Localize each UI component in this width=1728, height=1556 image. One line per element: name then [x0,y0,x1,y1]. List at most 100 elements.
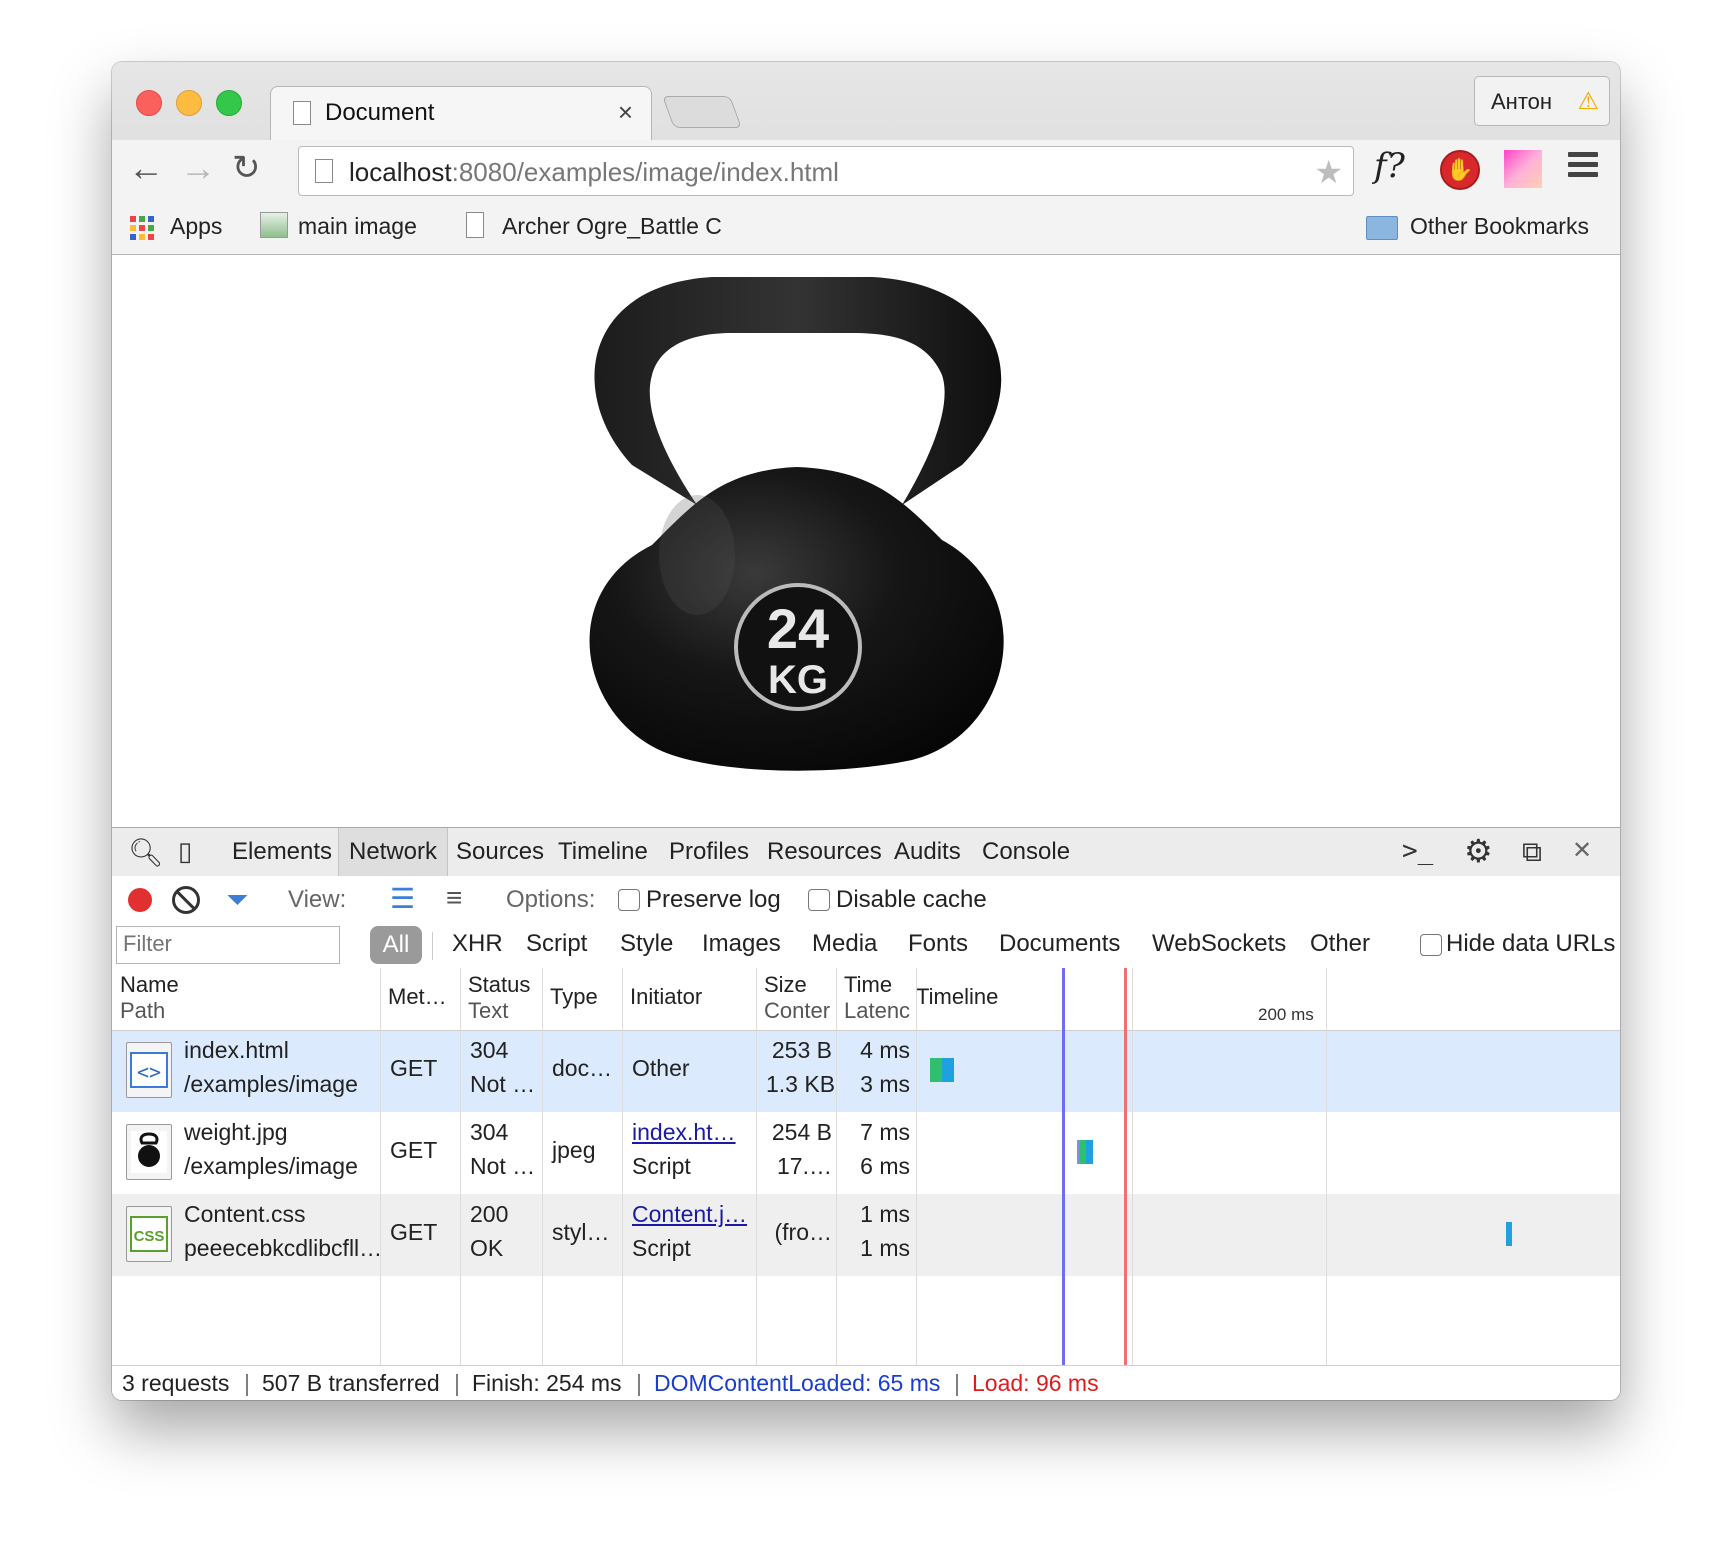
type-xhr[interactable]: XHR [452,930,503,958]
col-time[interactable]: Time Latenc [844,972,914,1024]
tab-timeline[interactable]: Timeline [558,838,648,866]
tab-network[interactable]: Network [338,828,449,876]
device-mode-icon[interactable]: ▯ [178,836,192,867]
console-drawer-icon[interactable]: >_ [1402,836,1433,866]
settings-gear-icon[interactable]: ⚙ [1464,832,1493,870]
image-bookmark-icon [260,212,288,238]
type-script[interactable]: Script [526,930,587,958]
bookmark-main-image[interactable]: main image [298,213,417,240]
col-divider[interactable] [836,968,837,1368]
request-initiator-link[interactable]: Content.j… [632,1198,747,1230]
type-media[interactable]: Media [812,930,877,958]
hamburger-menu-icon[interactable] [1568,152,1598,182]
url-path: :8080/examples/image/index.html [451,157,839,187]
status-separator: | [454,1370,460,1396]
view-label: View: [288,886,347,913]
tab-elements[interactable]: Elements [232,838,332,866]
filter-funnel-icon[interactable]: ⏷ [226,884,248,917]
preserve-log-checkbox[interactable] [618,889,640,911]
kettlebell-image: 24 KG [589,277,1004,771]
request-status: 304 [470,1037,509,1063]
col-size[interactable]: Size Conter [764,972,834,1024]
col-divider[interactable] [380,968,381,1368]
devtools-tab-bar: 🔍︎ ▯ Elements Network Sources Timeline P… [112,828,1620,877]
bookmark-star-icon[interactable]: ★ [1314,153,1343,191]
bookmark-apps[interactable]: Apps [170,213,222,240]
type-documents[interactable]: Documents [999,930,1120,958]
color-extension-icon[interactable] [1504,150,1542,188]
other-bookmarks[interactable]: Other Bookmarks [1410,213,1589,240]
type-all-button[interactable]: All [370,926,422,964]
tab-profiles[interactable]: Profiles [669,838,749,866]
col-divider[interactable] [916,968,917,1368]
col-type[interactable]: Type [550,984,598,1010]
table-row[interactable]: weight.jpg /examples/image GET 304 Not …… [112,1112,1620,1194]
filter-field[interactable] [116,926,340,964]
new-tab-button[interactable] [662,96,742,128]
bookmark-archer-ogre[interactable]: Archer Ogre_Battle C [502,213,750,240]
filter-input[interactable] [117,927,339,961]
request-time: 1 ms [860,1201,910,1227]
ext-f-icon[interactable]: f? [1374,146,1405,186]
reload-icon[interactable]: ↻ [232,148,261,188]
network-status-bar: 3 requests | 507 B transferred | Finish:… [112,1365,1620,1400]
col-divider[interactable] [542,968,543,1368]
tab-sources[interactable]: Sources [456,838,544,866]
type-style[interactable]: Style [620,930,673,958]
hide-data-urls-checkbox[interactable] [1420,934,1442,956]
tab-close-icon[interactable]: × [618,97,633,128]
tab-document[interactable]: Document × [270,86,652,141]
dock-side-icon[interactable]: ⧉ [1522,836,1542,869]
col-text-label: Text [468,998,509,1023]
network-table: <> index.html /examples/image GET 304 No… [112,968,1620,1368]
browser-chrome: Document × Антон ⚠ ← → ↻ localhost:8080/… [112,62,1620,255]
tab-audits[interactable]: Audits [894,838,961,866]
clear-icon[interactable] [172,886,200,914]
request-latency: 3 ms [860,1071,910,1097]
address-url[interactable]: localhost:8080/examples/image/index.html [349,157,839,188]
record-button[interactable] [128,888,152,912]
tab-resources[interactable]: Resources [767,838,882,866]
devtools-close-icon[interactable]: ✕ [1572,836,1592,865]
warning-icon: ⚠ [1577,88,1599,115]
window-close-button[interactable] [136,90,162,116]
request-path: peeecebkcdlibcfll… [184,1235,383,1261]
stop-hand-extension-icon[interactable]: ✋ [1440,150,1480,190]
address-bar[interactable]: localhost:8080/examples/image/index.html… [298,146,1354,196]
folder-icon [1366,216,1398,240]
col-status[interactable]: Status Text [468,972,530,1024]
type-fonts[interactable]: Fonts [908,930,968,958]
tab-title: Document [325,99,435,126]
request-name: index.html [184,1037,289,1063]
page-content: 24 KG [112,255,1620,827]
overview-icon[interactable]: ≡ [446,882,462,914]
col-divider[interactable] [622,968,623,1368]
forward-arrow-icon[interactable]: → [180,148,216,188]
tab-console[interactable]: Console [982,838,1070,866]
request-time: 7 ms [860,1119,910,1145]
disable-cache-checkbox[interactable] [808,889,830,911]
window-zoom-button[interactable] [216,90,242,116]
request-initiator-link[interactable]: index.ht… [632,1116,736,1148]
col-timeline[interactable]: Timeline [916,984,998,1010]
document-bookmark-icon [466,212,484,238]
col-method[interactable]: Met… [388,984,447,1010]
window-minimize-button[interactable] [176,90,202,116]
col-name[interactable]: Name Path [120,972,179,1024]
large-rows-icon[interactable]: ☰ [390,882,415,915]
request-content-size: 1.3 KB [766,1071,836,1097]
type-other[interactable]: Other [1310,930,1370,958]
col-divider[interactable] [460,968,461,1368]
status-separator: | [244,1370,250,1396]
request-type: jpeg [552,1137,596,1163]
inspect-search-icon[interactable]: 🔍︎ [128,836,164,869]
col-divider[interactable] [756,968,757,1368]
table-row[interactable]: CSS Content.css peeecebkcdlibcfll… GET 2… [112,1194,1620,1276]
col-initiator[interactable]: Initiator [630,984,702,1010]
table-row[interactable]: <> index.html /examples/image GET 304 No… [112,1030,1620,1112]
profile-button[interactable]: Антон ⚠ [1474,76,1610,126]
type-images[interactable]: Images [702,930,781,958]
request-size: 254 B [771,1119,832,1145]
type-websockets[interactable]: WebSockets [1152,930,1286,958]
back-arrow-icon[interactable]: ← [128,148,164,188]
